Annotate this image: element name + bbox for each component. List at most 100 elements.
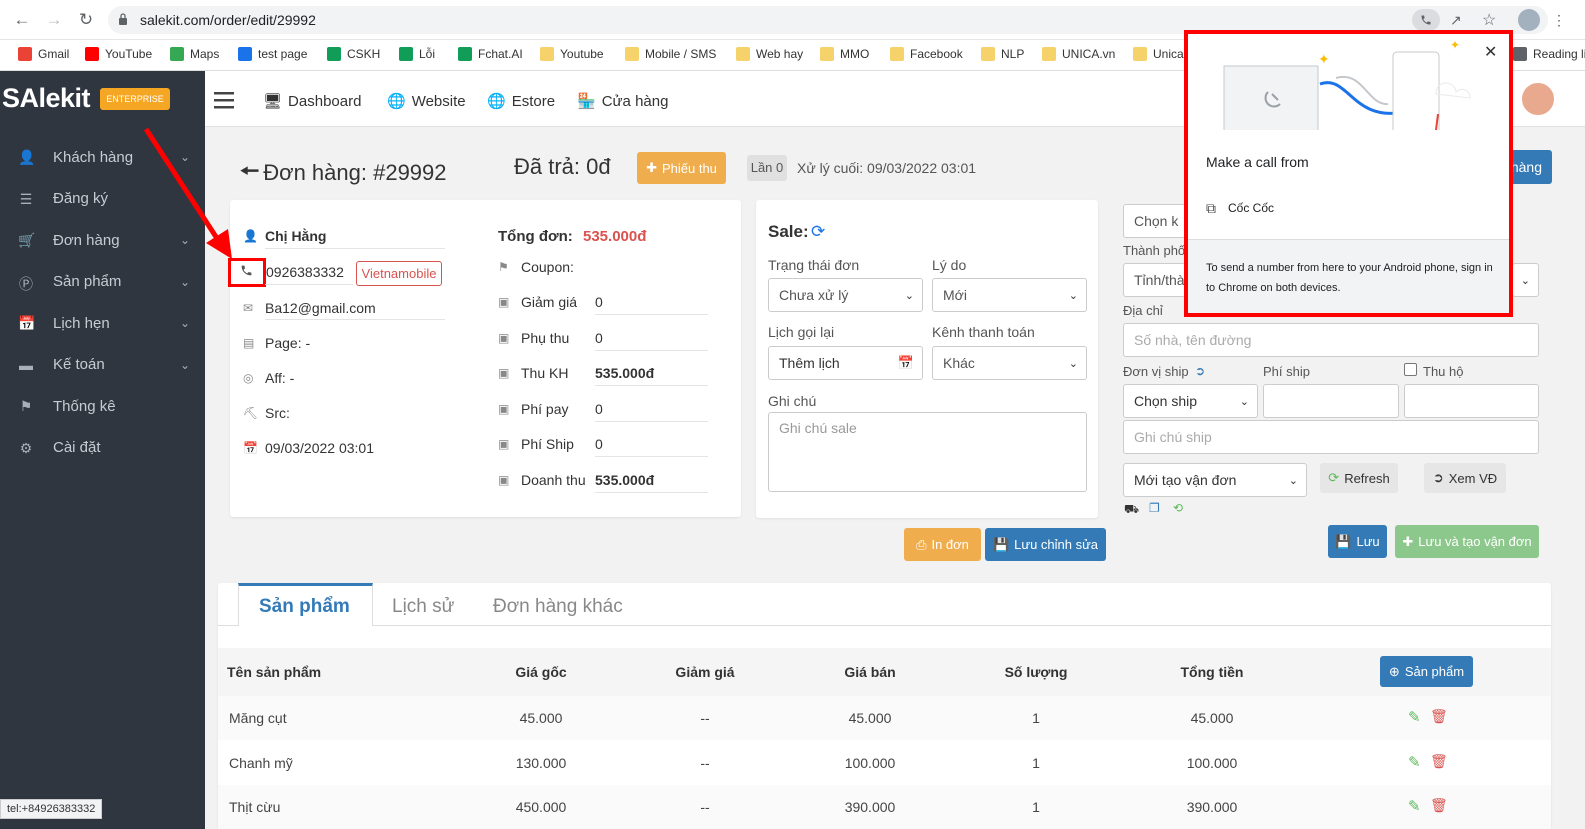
cod-checkbox[interactable]: [1404, 363, 1417, 376]
bookmark-item[interactable]: YouTube: [85, 47, 152, 61]
bookmark-item[interactable]: Fchat.AI: [458, 47, 523, 61]
truck-icon[interactable]: ⛟: [1124, 502, 1139, 518]
district-select[interactable]: ⌄: [1512, 263, 1539, 297]
bookmark-item[interactable]: Gmail: [18, 47, 69, 61]
bookmark-item[interactable]: Lỗi: [399, 47, 435, 61]
bookmark-item[interactable]: Web hay: [736, 47, 803, 61]
bookmark-item[interactable]: Mobile / SMS: [625, 47, 716, 61]
print-button[interactable]: ⎙ In đơn: [904, 528, 981, 561]
sidebar-item[interactable]: ⚙ Cài đặt: [0, 433, 205, 463]
save-create-waybill-button[interactable]: ✚ Lưu và tạo vận đơn: [1395, 525, 1539, 558]
bookmark-label: CSKH: [347, 47, 381, 61]
profile-avatar[interactable]: [1518, 9, 1540, 31]
calendar-icon[interactable]: 📅: [898, 355, 914, 371]
store-icon: 🏪: [577, 93, 596, 110]
forward-icon[interactable]: →: [44, 10, 64, 30]
save-button[interactable]: 💾 Lưu: [1328, 525, 1387, 558]
external-link-icon[interactable]: ➲: [1195, 364, 1205, 378]
close-icon[interactable]: ✕: [1484, 42, 1497, 62]
bookmark-item[interactable]: CSKH: [327, 47, 380, 61]
card-icon: ▬: [19, 356, 33, 373]
view-waybill-button[interactable]: ➲ Xem VĐ: [1424, 463, 1506, 493]
sidebar-item[interactable]: ▬ Kế toán ⌄: [0, 350, 205, 380]
tab-other-orders[interactable]: Đơn hàng khác: [493, 596, 623, 618]
receipt-button[interactable]: ✚ Phiếu thu: [637, 152, 726, 184]
status-select[interactable]: Chưa xử lý ⌄: [768, 278, 923, 312]
ship-fee-input[interactable]: [1263, 384, 1399, 418]
refresh-label: Refresh: [1344, 470, 1390, 486]
nav-dashboard[interactable]: 🖥 Dashboard: [263, 92, 361, 111]
sidebar-item-label: Khách hàng: [53, 148, 134, 166]
gear-icon: ⚙: [19, 439, 33, 456]
back-arrow-icon[interactable]: 🠔: [240, 154, 259, 192]
sidebar-item-label: Đăng ký: [53, 190, 109, 207]
customer-name[interactable]: Chị Hằng: [265, 228, 326, 244]
col-total: Tổng tiền: [1180, 664, 1244, 680]
sidebar-item[interactable]: Ⓟ Sản phẩm ⌄: [0, 267, 205, 297]
hamburger-icon[interactable]: [214, 91, 236, 109]
star-icon[interactable]: ☆: [1482, 10, 1496, 30]
receipt-label: Phiếu thu: [661, 160, 717, 176]
nav-store[interactable]: 🏪 Cửa hàng: [577, 92, 669, 111]
reload-icon[interactable]: ↻: [76, 10, 96, 30]
ship-note-input[interactable]: Ghi chú ship: [1123, 420, 1539, 454]
tab-history[interactable]: Lịch sử: [392, 596, 454, 618]
customer-phone[interactable]: 0926383332: [266, 264, 344, 280]
nav-estore[interactable]: 🌐 Estore: [487, 92, 555, 111]
waybill-select[interactable]: Mới tạo vận đơn ⌄: [1123, 463, 1307, 497]
trash-icon[interactable]: 🗑: [1430, 708, 1448, 725]
user-avatar[interactable]: [1520, 81, 1556, 117]
refresh-icon[interactable]: ⟳: [811, 222, 825, 242]
phone-icon[interactable]: [1412, 9, 1440, 31]
add-product-button[interactable]: ⊕ Sản phẩm: [1380, 656, 1473, 687]
sidebar-item[interactable]: ⚑ Thống kê: [0, 391, 205, 421]
sale-note-textarea[interactable]: Ghi chú sale: [768, 412, 1087, 492]
payment-select[interactable]: Khác ⌄: [932, 346, 1087, 380]
refresh-button[interactable]: ⟳ Refresh: [1320, 463, 1398, 493]
bookmark-item[interactable]: Reading list: [1513, 47, 1585, 61]
copy-icon[interactable]: ❐: [1149, 501, 1160, 515]
address-input[interactable]: Số nhà, tên đường: [1123, 323, 1539, 357]
ship-select[interactable]: Chọn ship ⌄: [1123, 384, 1258, 418]
share-icon[interactable]: ↗: [1450, 12, 1462, 29]
edit-icon[interactable]: ✎: [1408, 753, 1421, 771]
popup-illustration: ✦ ✦: [1188, 34, 1509, 130]
recall-input[interactable]: Thêm lịch 📅: [768, 346, 923, 380]
bookmark-item[interactable]: test page: [238, 47, 307, 61]
menu-icon[interactable]: ⋮: [1552, 12, 1566, 29]
table-cell: 1: [1032, 754, 1040, 771]
history-icon[interactable]: ⟲: [1173, 501, 1183, 515]
popup-option-coccoc[interactable]: ⧉ Cốc Cốc: [1206, 197, 1426, 219]
nav-store-label: Cửa hàng: [601, 92, 669, 110]
customer-email[interactable]: Ba12@gmail.com: [265, 300, 376, 316]
save-edit-label: Lưu chỉnh sửa: [1014, 537, 1099, 552]
nav-website[interactable]: 🌐 Website: [387, 92, 466, 111]
page-icon: ▤: [243, 336, 255, 350]
bookmark-item[interactable]: MMO: [820, 47, 869, 61]
trash-icon[interactable]: 🗑: [1430, 753, 1448, 770]
col-quantity: Số lượng: [1004, 664, 1068, 680]
calendar-icon: 📅: [243, 441, 258, 455]
bookmark-icon: [625, 47, 639, 61]
order-title-text: Đơn hàng: #29992: [263, 160, 447, 185]
back-icon[interactable]: ←: [12, 10, 32, 30]
bookmark-item[interactable]: Maps: [170, 47, 219, 61]
cod-input[interactable]: [1404, 384, 1539, 418]
save-edit-button[interactable]: 💾 Lưu chỉnh sửa: [985, 528, 1106, 561]
trash-icon[interactable]: 🗑: [1430, 797, 1448, 814]
reason-select[interactable]: Mới ⌄: [932, 278, 1087, 312]
totals-row-label: Phí Ship: [521, 436, 574, 453]
edit-icon[interactable]: ✎: [1408, 708, 1421, 726]
sidebar-item[interactable]: 📅 Lịch hẹn ⌄: [0, 308, 205, 338]
bookmark-item[interactable]: Youtube: [540, 47, 604, 61]
url-text[interactable]: salekit.com/order/edit/29992: [140, 12, 316, 28]
city-value: Tỉnh/thà: [1134, 272, 1185, 288]
bookmark-item[interactable]: UNICA.vn: [1042, 47, 1115, 61]
bookmark-item[interactable]: NLP: [981, 47, 1024, 61]
phone-icon[interactable]: [240, 264, 254, 278]
user-icon: 👤: [18, 149, 36, 165]
edit-icon[interactable]: ✎: [1408, 797, 1421, 815]
bookmark-item[interactable]: Unica: [1133, 47, 1184, 61]
logo-text[interactable]: SAlekit: [2, 83, 91, 114]
bookmark-item[interactable]: Facebook: [890, 47, 963, 61]
